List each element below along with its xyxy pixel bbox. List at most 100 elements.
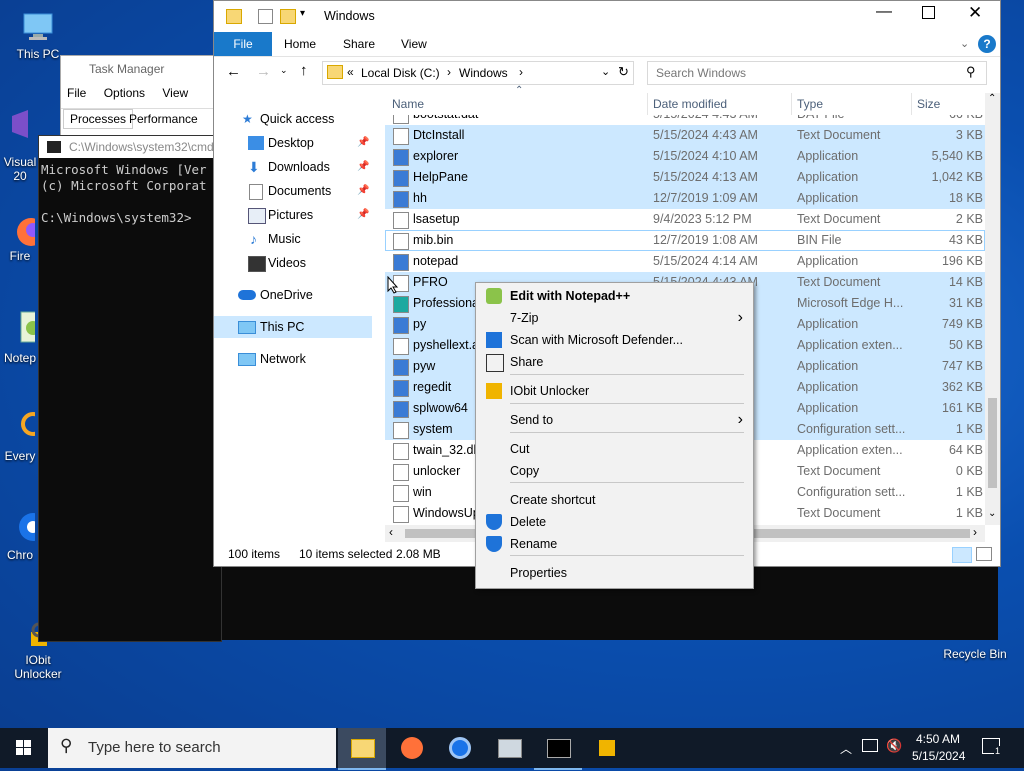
- column-name[interactable]: Name: [392, 97, 424, 111]
- nav-item-pictures[interactable]: Pictures 📌: [214, 204, 372, 226]
- column-divider[interactable]: [791, 93, 792, 115]
- tab-performance[interactable]: Performance: [129, 112, 198, 126]
- pin-icon[interactable]: 📌: [357, 204, 369, 226]
- file-row[interactable]: notepad 5/15/2024 4:14 AM Application 196 K…: [385, 251, 985, 272]
- desktop-icon-firefox[interactable]: Fire: [0, 210, 45, 263]
- taskbar-search-input[interactable]: Type here to search: [88, 739, 221, 756]
- cmd-window[interactable]: C:\Windows\system32\cmd Microsoft Window…: [38, 135, 222, 642]
- address-overflow[interactable]: «: [347, 65, 354, 79]
- clock-time[interactable]: 4:50 AM: [916, 732, 960, 746]
- file-row[interactable]: mib.bin 12/7/2019 1:08 AM BIN File 43 KB: [385, 230, 985, 251]
- vertical-scrollbar[interactable]: ⌃ ⌄: [985, 93, 1000, 525]
- file-row[interactable]: DtcInstall 5/15/2024 4:43 AM Text Document…: [385, 125, 985, 146]
- menu-item-7-zip[interactable]: 7-Zip ›: [476, 307, 753, 329]
- pin-icon[interactable]: 📌: [357, 132, 369, 154]
- scroll-up-icon[interactable]: ⌃: [988, 93, 996, 104]
- scroll-down-icon[interactable]: ⌄: [988, 508, 996, 519]
- recent-locations-icon[interactable]: ⌄: [280, 65, 288, 76]
- taskbar-file-explorer[interactable]: [338, 728, 386, 770]
- desktop-icon-chrome[interactable]: Chro: [0, 505, 47, 562]
- nav-item-music[interactable]: ♪ Music: [214, 228, 372, 250]
- breadcrumb-folder[interactable]: Windows: [459, 66, 508, 80]
- refresh-icon[interactable]: ↻: [618, 64, 629, 80]
- breadcrumb-chevron-icon[interactable]: ›: [519, 65, 523, 79]
- scroll-left-icon[interactable]: ‹: [389, 525, 393, 539]
- menu-item-copy[interactable]: Copy: [476, 460, 753, 482]
- menu-item-scan-with-microsoft-defender[interactable]: Scan with Microsoft Defender...: [476, 329, 753, 351]
- clock-date[interactable]: 5/15/2024: [912, 749, 965, 763]
- desktop-icon-visual-studio[interactable]: Visual 20: [0, 108, 40, 183]
- tab-processes[interactable]: Processes: [63, 109, 134, 129]
- desktop-icon-everything[interactable]: Every: [0, 408, 45, 463]
- ribbon-expand-icon[interactable]: ⌄: [960, 32, 969, 56]
- column-date-modified[interactable]: Date modified: [653, 97, 727, 111]
- tab-file[interactable]: File: [214, 32, 272, 56]
- close-icon[interactable]: ✕: [968, 3, 982, 23]
- file-row[interactable]: explorer 5/15/2024 4:10 AM Application 5,54…: [385, 146, 985, 167]
- breadcrumb-chevron-icon[interactable]: ›: [447, 65, 451, 79]
- scroll-right-icon[interactable]: ›: [973, 525, 977, 539]
- nav-item-downloads[interactable]: ⬇ Downloads 📌: [214, 156, 372, 178]
- file-row[interactable]: HelpPane 5/15/2024 4:13 AM Application 1,04…: [385, 167, 985, 188]
- menu-item-create-shortcut[interactable]: Create shortcut: [476, 489, 753, 511]
- file-row[interactable]: lsasetup 9/4/2023 5:12 PM Text Document 2 K…: [385, 209, 985, 230]
- taskbar-firefox[interactable]: [387, 728, 435, 768]
- search-box[interactable]: Search Windows ⚲: [647, 61, 987, 85]
- nav-item-network[interactable]: Network: [214, 348, 372, 370]
- menu-item-edit-with-notepad[interactable]: Edit with Notepad++: [476, 285, 753, 307]
- details-view-icon[interactable]: [952, 547, 972, 563]
- search-input[interactable]: Search Windows: [656, 66, 746, 80]
- menu-item-send-to[interactable]: Send to ›: [476, 409, 753, 431]
- menu-item-iobit-unlocker[interactable]: IObit Unlocker: [476, 380, 753, 402]
- task-manager-window[interactable]: Task Manager File Options View Processes…: [60, 55, 222, 137]
- quick-access-dropdown-icon[interactable]: ▾: [300, 8, 305, 19]
- up-arrow-icon[interactable]: ↑: [300, 62, 308, 79]
- maximize-icon[interactable]: [922, 6, 935, 19]
- properties-quick-icon[interactable]: [258, 9, 273, 24]
- menu-item-share[interactable]: Share: [476, 351, 753, 373]
- nav-item-documents[interactable]: Documents 📌: [214, 180, 372, 202]
- menu-item-cut[interactable]: Cut: [476, 438, 753, 460]
- show-hidden-icons-icon[interactable]: ︿: [840, 740, 852, 757]
- tab-home[interactable]: Home: [284, 32, 316, 56]
- large-icons-view-icon[interactable]: [976, 547, 992, 561]
- desktop-icon-this-pc[interactable]: This PC: [6, 10, 70, 61]
- nav-item-videos[interactable]: Videos: [214, 252, 372, 274]
- tab-share[interactable]: Share: [343, 32, 375, 56]
- column-type[interactable]: Type: [797, 97, 823, 111]
- tab-view[interactable]: View: [401, 32, 427, 56]
- nav-item-onedrive[interactable]: OneDrive: [214, 284, 372, 306]
- start-button[interactable]: [0, 728, 48, 768]
- taskbar-chrome[interactable]: [436, 728, 484, 768]
- network-tray-icon[interactable]: [862, 739, 878, 752]
- taskbar-search-box[interactable]: ⚲ Type here to search: [48, 728, 336, 768]
- file-row[interactable]: hh 12/7/2019 1:09 AM Application 18 KB: [385, 188, 985, 209]
- column-divider[interactable]: [647, 93, 648, 115]
- taskbar-iobit-unlocker[interactable]: [583, 728, 631, 768]
- menu-file[interactable]: File: [67, 86, 86, 100]
- column-size[interactable]: Size: [917, 97, 940, 111]
- column-divider[interactable]: [911, 93, 912, 115]
- desktop-icon-notepadpp[interactable]: Notep: [0, 308, 44, 365]
- scrollbar-thumb[interactable]: [988, 398, 997, 488]
- pin-icon[interactable]: 📌: [357, 180, 369, 202]
- address-dropdown-icon[interactable]: ⌄: [601, 65, 610, 78]
- breadcrumb-drive[interactable]: Local Disk (C:): [361, 66, 440, 80]
- menu-item-delete[interactable]: Delete: [476, 511, 753, 533]
- menu-view[interactable]: View: [162, 86, 188, 100]
- pin-icon[interactable]: 📌: [357, 156, 369, 178]
- menu-item-properties[interactable]: Properties: [476, 562, 753, 584]
- help-icon[interactable]: ?: [978, 35, 996, 53]
- minimize-icon[interactable]: —: [876, 3, 892, 21]
- nav-item-desktop[interactable]: Desktop 📌: [214, 132, 372, 154]
- nav-item-this-pc[interactable]: This PC: [214, 316, 372, 338]
- taskbar-cmd[interactable]: [534, 728, 582, 770]
- nav-item-quick-access[interactable]: ★ Quick access: [214, 108, 372, 130]
- volume-muted-icon[interactable]: 🔇: [886, 738, 902, 754]
- taskbar-task-manager[interactable]: [485, 728, 533, 768]
- menu-item-rename[interactable]: Rename: [476, 533, 753, 555]
- file-row[interactable]: bootstat.dat5/15/2024 4:43 AM DAT File66 …: [385, 115, 985, 125]
- menu-options[interactable]: Options: [104, 86, 145, 100]
- forward-arrow-icon[interactable]: →: [256, 63, 271, 80]
- back-arrow-icon[interactable]: ←: [226, 63, 241, 80]
